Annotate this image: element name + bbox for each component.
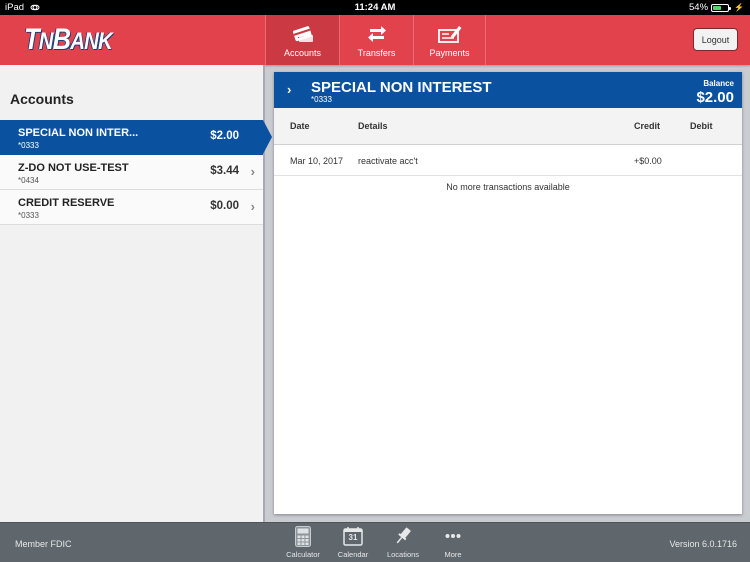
account-detail-panel: › SPECIAL NON INTEREST *0333 Balance $2.…: [274, 72, 742, 514]
tab-accounts[interactable]: Accounts: [265, 15, 339, 65]
status-bar: iPad 11:24 AM 54% ⚡: [0, 0, 750, 15]
tab-transfers-label: Transfers: [357, 48, 396, 58]
transaction-date: Mar 10, 2017: [290, 156, 344, 166]
transaction-row[interactable]: Mar 10, 2017 reactivate acc't +$0.00: [274, 145, 742, 176]
logo-text-t: T: [24, 23, 40, 56]
charging-icon: ⚡: [734, 3, 744, 12]
column-date[interactable]: Date: [290, 121, 310, 131]
account-item[interactable]: CREDIT RESERVE *0333 $0.00 ›: [0, 190, 263, 225]
credit-card-icon: [292, 26, 313, 42]
transaction-credit: +$0.00: [634, 156, 662, 166]
account-number: *0333: [18, 211, 39, 220]
map-pin-icon: [396, 527, 411, 544]
account-number: *0333: [18, 141, 39, 150]
tab-payments-label: Payments: [429, 48, 470, 58]
calculator-button[interactable]: Calculator: [278, 525, 328, 559]
column-credit[interactable]: Credit: [634, 121, 660, 131]
accounts-sidebar: Accounts SPECIAL NON INTER... *0333 $2.0…: [0, 65, 272, 522]
calendar-button[interactable]: 31 Calendar: [328, 525, 378, 559]
account-name: Z-DO NOT USE-TEST: [18, 162, 129, 174]
transactions-header: Date Details Credit Debit: [274, 108, 742, 145]
status-right: 54% ⚡: [689, 2, 744, 13]
sidebar-title: Accounts: [10, 91, 74, 107]
account-amount: $3.44: [210, 165, 239, 177]
calculator-icon: [295, 525, 311, 547]
column-debit[interactable]: Debit: [690, 121, 713, 131]
member-fdic: Member FDIC: [15, 539, 72, 549]
tnbank-logo: TNBANK: [24, 23, 113, 57]
app-header: TNBANK Accounts Transfers Payments Logou…: [0, 15, 750, 65]
account-number: *0333: [311, 95, 332, 104]
clock: 11:24 AM: [354, 2, 396, 13]
more-label: More: [444, 550, 462, 559]
tab-transfers[interactable]: Transfers: [339, 15, 413, 65]
account-amount: $0.00: [210, 200, 239, 212]
logo-text-n: N: [38, 28, 54, 55]
account-amount: $2.00: [210, 130, 239, 142]
tab-payments[interactable]: Payments: [413, 15, 486, 65]
logo-text-ank: ANK: [70, 28, 113, 55]
app-footer: Member FDIC Calculator 31 Calendar Locat…: [0, 522, 750, 562]
account-name: CREDIT RESERVE: [18, 197, 115, 209]
battery-icon: [711, 3, 732, 12]
main-nav: Accounts Transfers Payments: [265, 15, 486, 65]
footer-tools: Calculator 31 Calendar Locations More: [278, 525, 478, 559]
logout-button[interactable]: Logout: [693, 28, 738, 51]
account-detail-header: › SPECIAL NON INTEREST *0333 Balance $2.…: [274, 72, 742, 108]
app-version: Version 6.0.1716: [669, 539, 737, 549]
calendar-label: Calendar: [337, 550, 369, 559]
calendar-day: 31: [348, 533, 358, 542]
calculator-label: Calculator: [286, 550, 320, 559]
transfer-arrows-icon: [367, 26, 386, 42]
expand-chevron-icon[interactable]: ›: [287, 82, 291, 97]
chevron-right-icon: ›: [250, 199, 255, 214]
logo-text-b: B: [52, 23, 71, 56]
battery-percent: 54%: [689, 2, 709, 13]
account-title: SPECIAL NON INTEREST: [311, 79, 492, 96]
no-more-transactions: No more transactions available: [446, 182, 570, 192]
balance-amount: $2.00: [696, 89, 734, 106]
more-dots-icon: [445, 534, 461, 538]
transaction-details: reactivate acc't: [358, 156, 418, 166]
more-button[interactable]: More: [428, 525, 478, 559]
account-number: *0434: [18, 176, 39, 185]
check-pen-icon: [437, 26, 461, 43]
account-item[interactable]: Z-DO NOT USE-TEST *0434 $3.44 ›: [0, 155, 263, 190]
balance-label: Balance: [703, 79, 734, 88]
locations-button[interactable]: Locations: [378, 525, 428, 559]
account-item[interactable]: SPECIAL NON INTER... *0333 $2.00: [0, 120, 272, 155]
tab-accounts-label: Accounts: [283, 48, 322, 58]
account-name: SPECIAL NON INTER...: [18, 127, 139, 139]
locations-label: Locations: [386, 550, 420, 559]
chevron-right-icon: ›: [250, 164, 255, 179]
column-details[interactable]: Details: [358, 121, 388, 131]
